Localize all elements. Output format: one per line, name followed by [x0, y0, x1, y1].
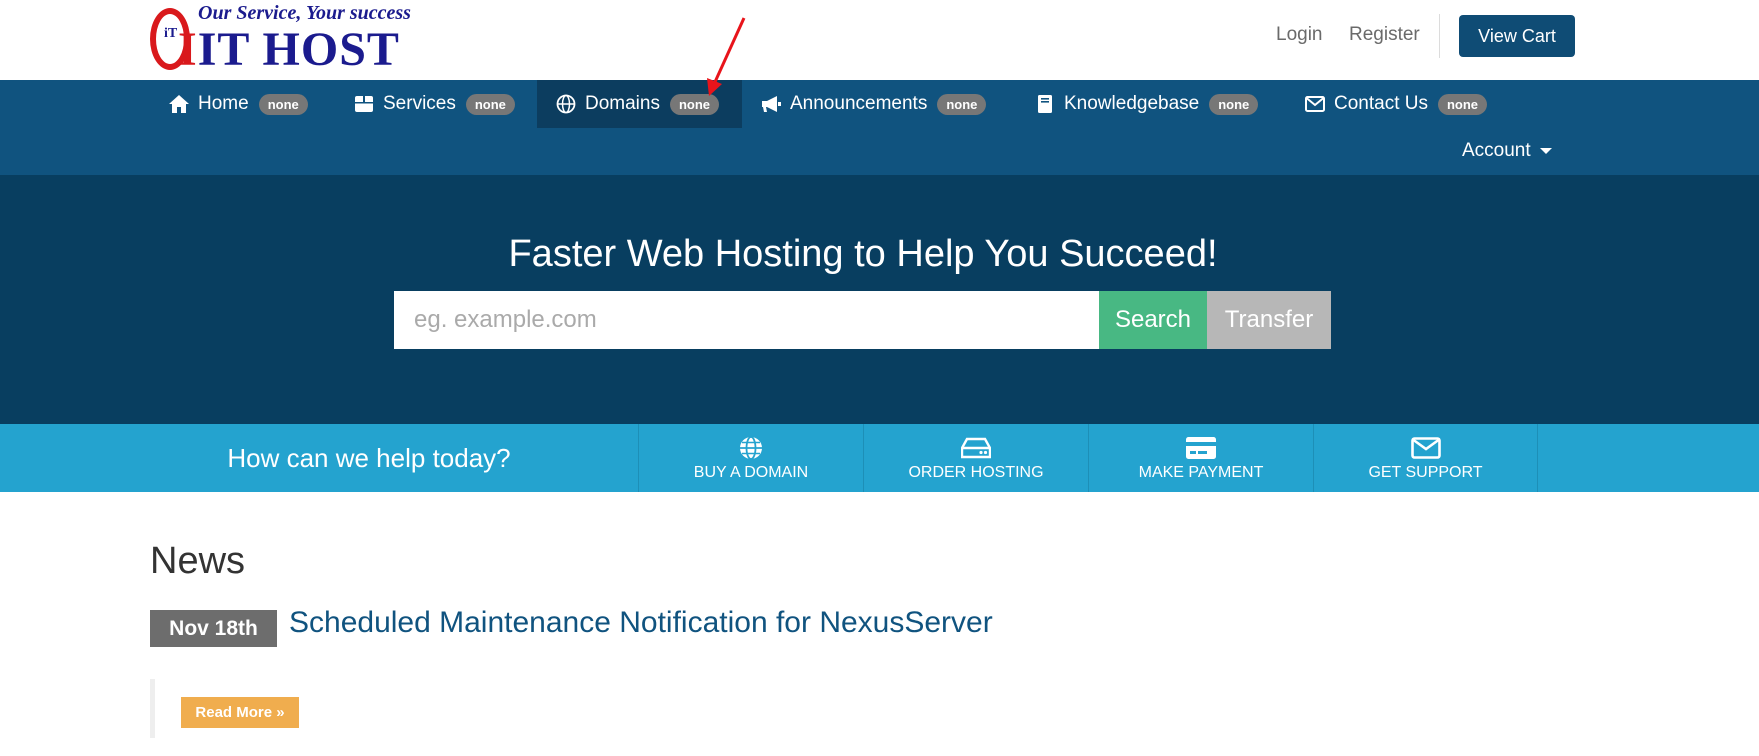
- envelope-icon: [1304, 93, 1326, 115]
- logo-brand: IIT HOST: [178, 23, 400, 76]
- news-date-badge: Nov 18th: [150, 610, 277, 647]
- server-icon: [961, 434, 991, 462]
- view-cart-button[interactable]: View Cart: [1459, 15, 1575, 57]
- home-icon: [168, 93, 190, 115]
- get-support-button[interactable]: GET SUPPORT: [1313, 424, 1538, 492]
- domain-search-input[interactable]: [394, 291, 1099, 349]
- buy-domain-button[interactable]: BUY A DOMAIN: [638, 424, 863, 492]
- login-link[interactable]: Login: [1276, 24, 1323, 46]
- nav-label: Services: [383, 93, 456, 114]
- envelope-icon: [1410, 434, 1441, 462]
- globe-icon: [738, 434, 764, 462]
- order-hosting-button[interactable]: ORDER HOSTING: [863, 424, 1088, 492]
- search-button[interactable]: Search: [1099, 291, 1207, 349]
- nav-item-contact[interactable]: Contact Us none: [1286, 80, 1488, 128]
- box-icon: [353, 93, 375, 115]
- nav-item-home[interactable]: Home none: [150, 80, 308, 128]
- read-more-button[interactable]: Read More »: [181, 697, 299, 728]
- help-text: How can we help today?: [227, 442, 511, 473]
- main-nav: Home none Services none Domains none Ann…: [0, 80, 1759, 175]
- nav-label: Home: [198, 93, 249, 114]
- top-header: iT Our Service, Your success IIT HOST Lo…: [0, 0, 1759, 80]
- megaphone-icon: [760, 93, 782, 115]
- nav-badge: none: [1437, 93, 1488, 115]
- nav-label: Contact Us: [1334, 93, 1428, 114]
- nav-label: Announcements: [790, 93, 928, 114]
- news-blockquote-border: [150, 679, 155, 738]
- nav-item-knowledgebase[interactable]: Knowledgebase none: [1016, 80, 1259, 128]
- action-label: GET SUPPORT: [1368, 464, 1483, 481]
- help-bar: How can we help today? BUY A DOMAIN ORDE…: [0, 424, 1759, 492]
- nav-item-announcements[interactable]: Announcements none: [742, 80, 987, 128]
- site-logo[interactable]: iT Our Service, Your success IIT HOST: [150, 2, 440, 76]
- hero-section: Faster Web Hosting to Help You Succeed! …: [0, 175, 1759, 424]
- nav-badge: none: [258, 93, 308, 115]
- news-heading: News: [150, 540, 246, 582]
- nav-badge: none: [465, 93, 515, 115]
- nav-label: Knowledgebase: [1064, 93, 1200, 114]
- nav-item-services[interactable]: Services none: [335, 80, 515, 128]
- nav-badge: none: [1209, 93, 1259, 115]
- caret-down-icon: [1539, 148, 1552, 154]
- action-label: BUY A DOMAIN: [693, 464, 809, 481]
- nav-label: Domains: [585, 93, 660, 114]
- book-icon: [1034, 93, 1056, 115]
- transfer-button[interactable]: Transfer: [1207, 291, 1331, 349]
- credit-card-icon: [1185, 434, 1217, 462]
- news-item-title-link[interactable]: Scheduled Maintenance Notification for N…: [289, 606, 993, 640]
- logo-brand-text: IT HOST: [197, 23, 400, 76]
- nav-badge: none: [669, 93, 720, 115]
- logo-mark: iT: [164, 26, 178, 41]
- nav-item-domains[interactable]: Domains none: [537, 80, 742, 128]
- hero-headline: Faster Web Hosting to Help You Succeed!: [508, 233, 1218, 275]
- action-label: MAKE PAYMENT: [1138, 464, 1264, 481]
- globe-icon: [555, 93, 577, 115]
- header-divider: [1439, 14, 1440, 58]
- account-dropdown[interactable]: Account: [1462, 140, 1552, 162]
- account-label: Account: [1462, 140, 1531, 161]
- nav-badge: none: [937, 93, 987, 115]
- action-label: ORDER HOSTING: [908, 464, 1044, 481]
- register-link[interactable]: Register: [1349, 24, 1420, 46]
- make-payment-button[interactable]: MAKE PAYMENT: [1088, 424, 1313, 492]
